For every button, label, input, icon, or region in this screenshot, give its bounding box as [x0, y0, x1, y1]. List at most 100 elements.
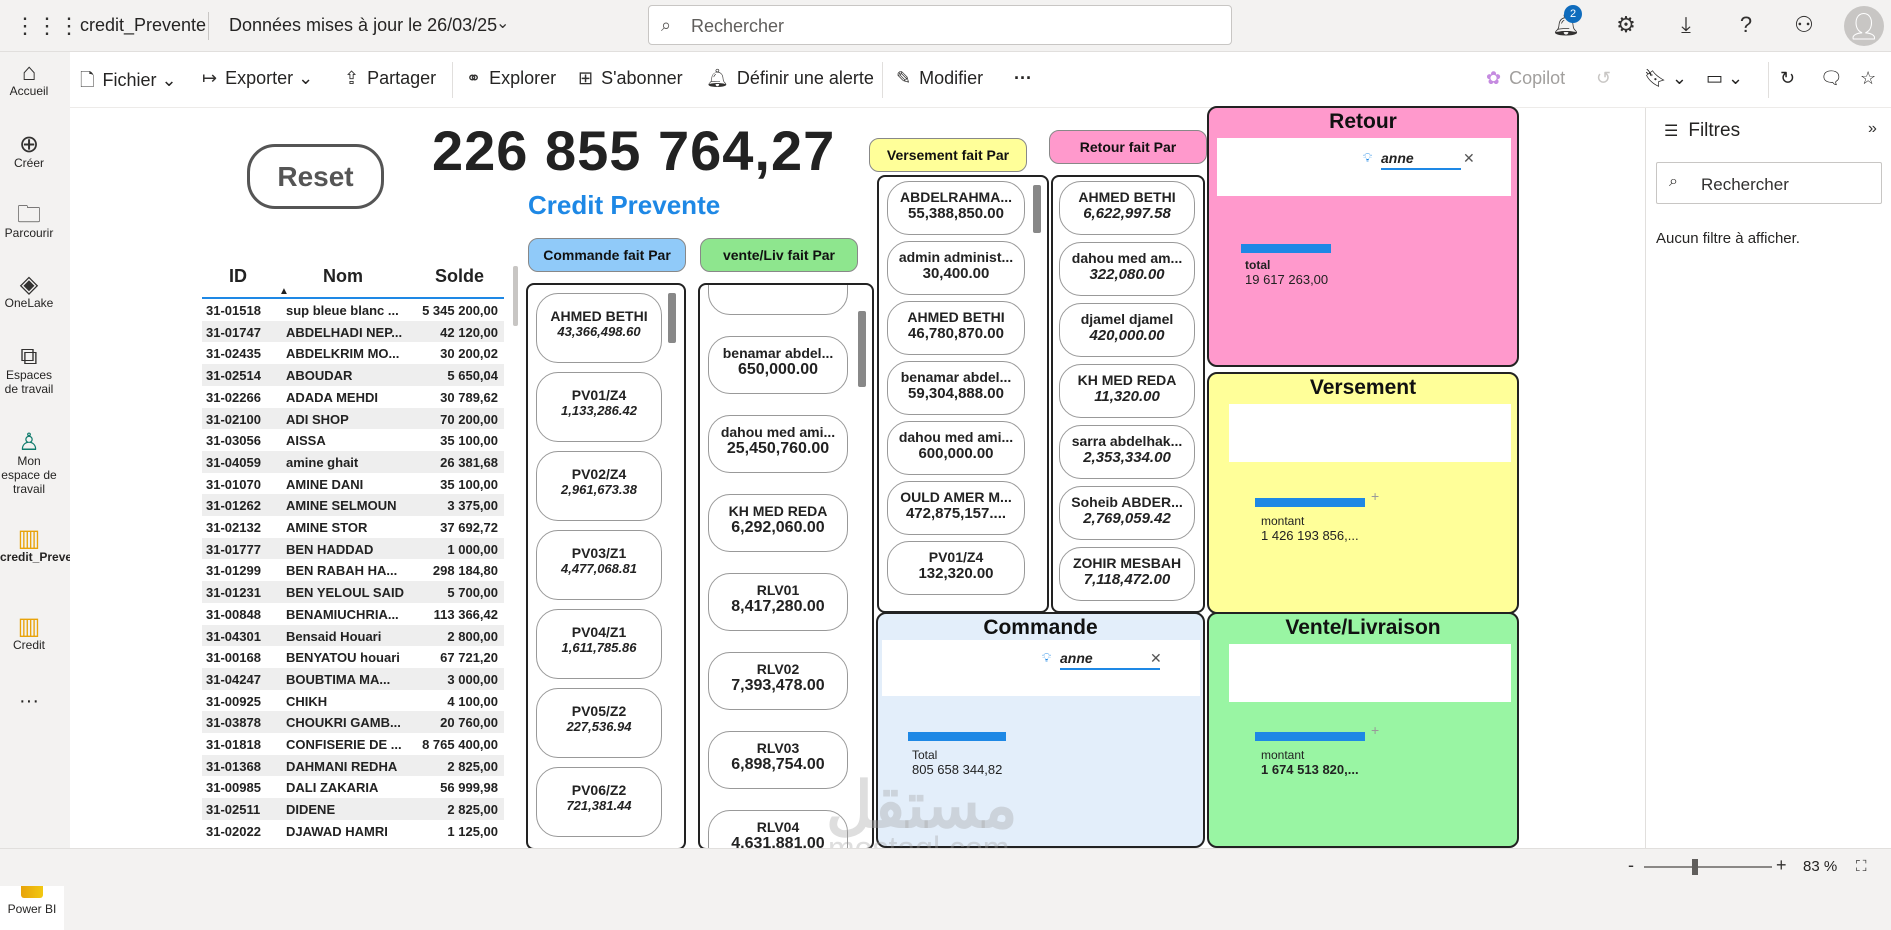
table-row[interactable]: 31-01070 AMINE DANI 35 100,00 [202, 473, 504, 495]
zoom-out-icon[interactable]: - [1628, 855, 1634, 876]
slicer-scrollbar[interactable] [668, 293, 676, 343]
subscribe-button[interactable]: ⊞ S'abonner [578, 68, 683, 89]
zoom-slider-handle[interactable] [1692, 859, 1698, 875]
nav-credit-prevente[interactable]: ▥ credit_Prevente [0, 527, 90, 565]
reset-button[interactable]: Reset [247, 144, 384, 209]
commande-par-item[interactable]: AHMED BETHI 43,366,498.60 [536, 293, 662, 363]
view-icon[interactable]: ▭ ⌄ [1706, 68, 1743, 89]
bookmark-icon[interactable]: 🔖︎ ⌄ [1644, 68, 1687, 89]
commande-par-item[interactable]: PV02/Z4 2,961,673.38 [536, 451, 662, 521]
table-row[interactable]: 31-01231 BEN YELOUL SAID 5 700,00 [202, 581, 504, 603]
data-updated-label[interactable]: Données mises à jour le 26/03/25 [229, 15, 497, 36]
retour-par-item[interactable]: ZOHIR MESBAH 7,118,472.00 [1059, 547, 1195, 601]
app-launcher-icon[interactable]: ⋮⋮⋮ [14, 14, 80, 38]
fit-page-icon[interactable]: ⛶ [1856, 858, 1867, 875]
table-row[interactable]: 31-03878 CHOUKRI GAMB... 20 760,00 [202, 711, 504, 733]
table-header-nom[interactable]: Nom [323, 266, 363, 287]
favorite-star-icon[interactable]: ☆ [1860, 68, 1876, 89]
vente-par-item[interactable]: RLV01 8,417,280.00 [708, 573, 848, 631]
table-row[interactable]: 31-00848 BENAMIUCHRIA... 113 366,42 [202, 603, 504, 625]
nav-mon-espace[interactable]: ♙ Mon espace de travail [0, 431, 58, 497]
retour-bar[interactable] [1241, 244, 1331, 253]
versement-par-item[interactable]: AHMED BETHI 46,780,870.00 [887, 301, 1025, 355]
table-row[interactable]: 31-01262 AMINE SELMOUN 3 375,00 [202, 494, 504, 516]
table-row[interactable]: 31-02022 DJAWAD HAMRI 1 125,00 [202, 820, 504, 842]
table-row[interactable]: 31-01747 ABDELHADI NEP... 42 120,00 [202, 320, 504, 343]
report-name[interactable]: credit_Prevente [80, 15, 206, 36]
retour-par-item[interactable]: djamel djamel 420,000.00 [1059, 303, 1195, 357]
vente-par-item[interactable]: dahou med ami... 25,450,760.00 [708, 415, 848, 473]
table-row[interactable]: 31-04301 Bensaid Houari 2 800,00 [202, 624, 504, 647]
vente-par-item[interactable]: KH MED REDA 6,292,060.00 [708, 494, 848, 552]
table-row[interactable]: 31-00985 DALI ZAKARIA 56 999,98 [202, 776, 504, 798]
versement-par-item[interactable]: benamar abdel... 59,304,888.00 [887, 361, 1025, 415]
chevron-down-icon[interactable]: ⌄ [496, 13, 509, 33]
avatar[interactable]: 👤︎ [1844, 6, 1884, 46]
collapse-icon[interactable]: » [1868, 120, 1877, 138]
versement-bar[interactable] [1255, 498, 1365, 507]
gear-icon[interactable]: ⚙ [1612, 12, 1640, 38]
download-icon[interactable]: ⤓ [1672, 12, 1700, 38]
more-options-icon[interactable]: ··· [1014, 68, 1032, 89]
nav-credit[interactable]: ▥ Credit [0, 615, 58, 653]
plus-icon[interactable]: + [1371, 488, 1379, 504]
vente-par-item[interactable]: 939,639,423.... [708, 285, 848, 315]
table-row[interactable]: 31-02266 ADADA MEHDI 30 789,62 [202, 386, 504, 408]
retour-par-item[interactable]: AHMED BETHI 6,622,997.58 [1059, 181, 1195, 235]
versement-par-item[interactable]: admin administ... 30,400.00 [887, 241, 1025, 295]
commande-par-item[interactable]: PV06/Z2 721,381.44 [536, 767, 662, 837]
commande-bar[interactable] [908, 732, 1006, 741]
table-row[interactable]: 31-02132 AMINE STOR 37 692,72 [202, 516, 504, 538]
nav-espaces-de-travail[interactable]: ⧉ Espaces de travail [0, 345, 58, 397]
table-row[interactable]: 31-01818 CONFISERIE DE ... 8 765 400,00 [202, 733, 504, 755]
zoom-slider[interactable] [1644, 866, 1772, 868]
versement-par-item[interactable]: ABDELRAHMA... 55,388,850.00 [887, 181, 1025, 235]
nav-more-icon[interactable]: ··· [0, 691, 58, 711]
table-row[interactable]: 31-04059 amine ghait 26 381,68 [202, 450, 504, 473]
commande-par-item[interactable]: PV03/Z1 4,477,068.81 [536, 530, 662, 600]
retour-par-item[interactable]: sarra abdelhak... 2,353,334.00 [1059, 425, 1195, 479]
copilot-button[interactable]: ✿ Copilot [1486, 68, 1565, 89]
table-row[interactable]: 31-02514 ABOUDAR 5 650,04 [202, 364, 504, 386]
table-row[interactable]: 31-02435 ABDELKRIM MO... 30 200,02 [202, 342, 504, 364]
slicer-scrollbar[interactable] [1033, 185, 1041, 233]
commande-par-item[interactable]: PV01/Z4 1,133,286.42 [536, 372, 662, 442]
nav-accueil[interactable]: ⌂ Accueil [0, 61, 58, 99]
nav-creer[interactable]: ⊕ Créer [0, 133, 58, 171]
nav-parcourir[interactable]: 🗀 Parcourir [0, 203, 58, 241]
table-header-id[interactable]: ID [229, 266, 247, 287]
vente-par-item[interactable]: RLV02 7,393,478.00 [708, 652, 848, 710]
retour-par-item[interactable]: Soheib ABDER... 2,769,059.42 [1059, 486, 1195, 540]
help-icon[interactable]: ? [1732, 12, 1760, 38]
versement-par-item[interactable]: PV01/Z4 132,320.00 [887, 541, 1025, 595]
versement-par-item[interactable]: dahou med ami... 600,000.00 [887, 421, 1025, 475]
filters-search-input[interactable]: ⌕ Rechercher [1656, 162, 1882, 204]
clear-icon[interactable]: ✕ [1150, 650, 1162, 667]
commande-par-item[interactable]: PV05/Z2 227,536.94 [536, 688, 662, 758]
modifier-button[interactable]: ✎ Modifier [896, 68, 983, 89]
versement-par-item[interactable]: OULD AMER M... 472,875,157.... [887, 481, 1025, 535]
zoom-in-icon[interactable]: + [1776, 855, 1787, 876]
table-scrollbar[interactable] [513, 266, 518, 326]
retour-par-item[interactable]: dahou med am... 322,080.00 [1059, 242, 1195, 296]
slicer-scrollbar[interactable] [858, 311, 866, 387]
exporter-menu[interactable]: ↦ Exporter ⌄ [202, 68, 313, 89]
commande-qna-input[interactable]: anne [1060, 650, 1093, 666]
table-row[interactable]: 31-00168 BENYATOU houari 67 721,20 [202, 646, 504, 668]
clear-icon[interactable]: ✕ [1463, 150, 1475, 167]
fichier-menu[interactable]: 🗋 Fichier ⌄ [80, 68, 177, 98]
share-people-icon[interactable]: ⚇ [1790, 12, 1818, 38]
vente-bar[interactable] [1255, 732, 1365, 741]
retour-par-item[interactable]: KH MED REDA 11,320.00 [1059, 364, 1195, 418]
plus-icon[interactable]: + [1371, 722, 1379, 738]
commande-par-item[interactable]: PV04/Z1 1,611,785.86 [536, 609, 662, 679]
alert-button[interactable]: 🔔︎ Définir une alerte [706, 68, 874, 89]
table-row[interactable]: 31-01368 DAHMANI REDHA 2 825,00 [202, 754, 504, 777]
table-row[interactable]: 31-00925 CHIKH 4 100,00 [202, 690, 504, 712]
table-row[interactable]: 31-04247 BOUBTIMA MA... 3 000,00 [202, 667, 504, 690]
table-row[interactable]: 31-02100 ADI SHOP 70 200,00 [202, 407, 504, 430]
table-header-solde[interactable]: Solde [435, 266, 484, 287]
explorer-button[interactable]: ⚭ Explorer [466, 68, 556, 89]
vente-par-item[interactable]: benamar abdel... 650,000.00 [708, 336, 848, 394]
retour-qna-input[interactable]: anne [1381, 150, 1414, 166]
